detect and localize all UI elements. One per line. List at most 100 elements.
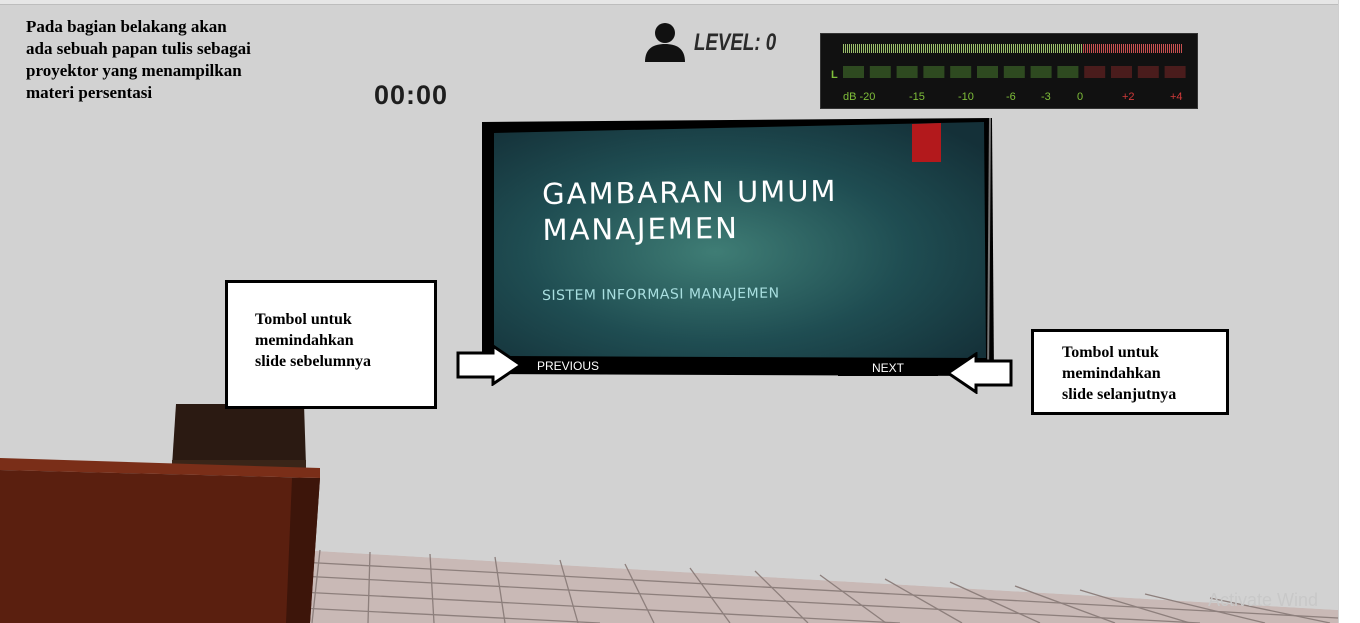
meter-tick bbox=[963, 44, 964, 53]
meter-tick bbox=[1117, 44, 1118, 53]
meter-tick bbox=[1161, 44, 1162, 53]
slide-title: GAMBARAN UMUM MANAJEMEN bbox=[542, 173, 838, 248]
meter-tick bbox=[1081, 44, 1082, 53]
meter-tick bbox=[1139, 44, 1140, 53]
meter-tick bbox=[1017, 44, 1018, 53]
meter-tick bbox=[1113, 44, 1114, 53]
meter-tick bbox=[993, 44, 994, 53]
meter-tick bbox=[1061, 44, 1062, 53]
meter-segment bbox=[1111, 66, 1132, 78]
meter-tick bbox=[1147, 44, 1148, 53]
meter-scale-label: -15 bbox=[909, 91, 925, 103]
meter-tick bbox=[955, 44, 956, 53]
meter-tick bbox=[1177, 44, 1178, 53]
meter-tick bbox=[1143, 44, 1144, 53]
meter-segment bbox=[1057, 66, 1079, 78]
meter-tick bbox=[1039, 44, 1040, 53]
meter-tick bbox=[915, 44, 916, 53]
meter-tick bbox=[1031, 44, 1032, 53]
callout-line: slide selanjutnya bbox=[1062, 386, 1177, 403]
meter-tick bbox=[925, 44, 926, 53]
meter-tick bbox=[1079, 44, 1080, 53]
meter-tick bbox=[1083, 44, 1084, 53]
meter-tick bbox=[1001, 44, 1002, 53]
meter-segment bbox=[950, 66, 972, 78]
meter-tick bbox=[1091, 44, 1092, 53]
meter-segment bbox=[977, 66, 998, 78]
meter-tick bbox=[1085, 44, 1086, 53]
window-edge bbox=[1338, 0, 1360, 623]
meter-tick bbox=[953, 44, 954, 53]
meter-tick bbox=[913, 44, 914, 53]
meter-tick bbox=[1173, 44, 1174, 53]
meter-segment bbox=[1137, 66, 1159, 78]
meter-tick bbox=[1151, 44, 1152, 53]
meter-tick bbox=[921, 44, 922, 53]
meter-tick bbox=[1009, 44, 1010, 53]
meter-tick bbox=[863, 44, 864, 53]
meter-tick bbox=[1043, 44, 1044, 53]
meter-tick bbox=[871, 44, 872, 53]
meter-tick bbox=[847, 44, 848, 53]
meter-tick bbox=[1107, 44, 1108, 53]
user-icon bbox=[645, 23, 685, 62]
meter-segment bbox=[843, 66, 864, 78]
caption-line: materi persentasi bbox=[26, 83, 153, 102]
meter-tick bbox=[843, 44, 844, 53]
meter-tick bbox=[1071, 44, 1072, 53]
meter-tick bbox=[937, 44, 938, 53]
meter-tick bbox=[1037, 44, 1038, 53]
meter-scale-label: +4 bbox=[1170, 91, 1183, 103]
meter-tick bbox=[1109, 44, 1110, 53]
previous-slide-button[interactable]: PREVIOUS bbox=[518, 358, 618, 374]
meter-tick bbox=[1119, 44, 1120, 53]
meter-tick bbox=[897, 44, 898, 53]
meter-tick bbox=[1023, 44, 1024, 53]
meter-tick bbox=[1033, 44, 1034, 53]
meter-tick bbox=[1175, 44, 1176, 53]
meter-tick bbox=[959, 44, 960, 53]
meter-tick bbox=[985, 44, 986, 53]
meter-tick bbox=[849, 44, 850, 53]
meter-tick bbox=[861, 44, 862, 53]
meter-tick bbox=[1065, 44, 1066, 53]
meter-tick bbox=[1029, 44, 1030, 53]
meter-tick bbox=[865, 44, 866, 53]
meter-tick bbox=[1059, 44, 1060, 53]
meter-tick bbox=[1063, 44, 1064, 53]
meter-tick bbox=[935, 44, 936, 53]
meter-tick bbox=[1013, 44, 1014, 53]
level-label: LEVEL: 0 bbox=[694, 29, 777, 56]
meter-tick bbox=[1153, 44, 1154, 53]
meter-tick bbox=[1093, 44, 1094, 53]
meter-tick bbox=[957, 44, 958, 53]
meter-tick bbox=[851, 44, 852, 53]
meter-tick bbox=[1155, 44, 1156, 53]
meter-tick bbox=[987, 44, 988, 53]
meter-tick bbox=[1149, 44, 1150, 53]
meter-tick bbox=[997, 44, 998, 53]
callout-next: Tombol untuk memindahkan slide selanjutn… bbox=[1031, 329, 1229, 415]
meter-tick bbox=[983, 44, 984, 53]
meter-tick bbox=[943, 44, 944, 53]
meter-tick bbox=[917, 44, 918, 53]
meter-tick bbox=[947, 44, 948, 53]
meter-tick bbox=[1125, 44, 1126, 53]
meter-tick bbox=[907, 44, 908, 53]
meter-tick bbox=[961, 44, 962, 53]
meter-tick bbox=[999, 44, 1000, 53]
activate-windows-watermark: Activate Wind bbox=[1208, 590, 1319, 610]
callout-line: slide sebelumnya bbox=[255, 353, 372, 370]
meter-segment bbox=[869, 66, 891, 78]
meter-tick bbox=[881, 44, 882, 53]
meter-tick bbox=[1035, 44, 1036, 53]
meter-tick bbox=[859, 44, 860, 53]
callout-line: memindahkan bbox=[1062, 365, 1161, 382]
next-slide-button[interactable]: NEXT bbox=[838, 360, 938, 376]
meter-tick bbox=[883, 44, 884, 53]
meter-tick bbox=[949, 44, 950, 53]
meter-tick bbox=[1011, 44, 1012, 53]
arrow-left-icon bbox=[945, 352, 1013, 394]
meter-tick bbox=[891, 44, 892, 53]
meter-tick bbox=[1005, 44, 1006, 53]
